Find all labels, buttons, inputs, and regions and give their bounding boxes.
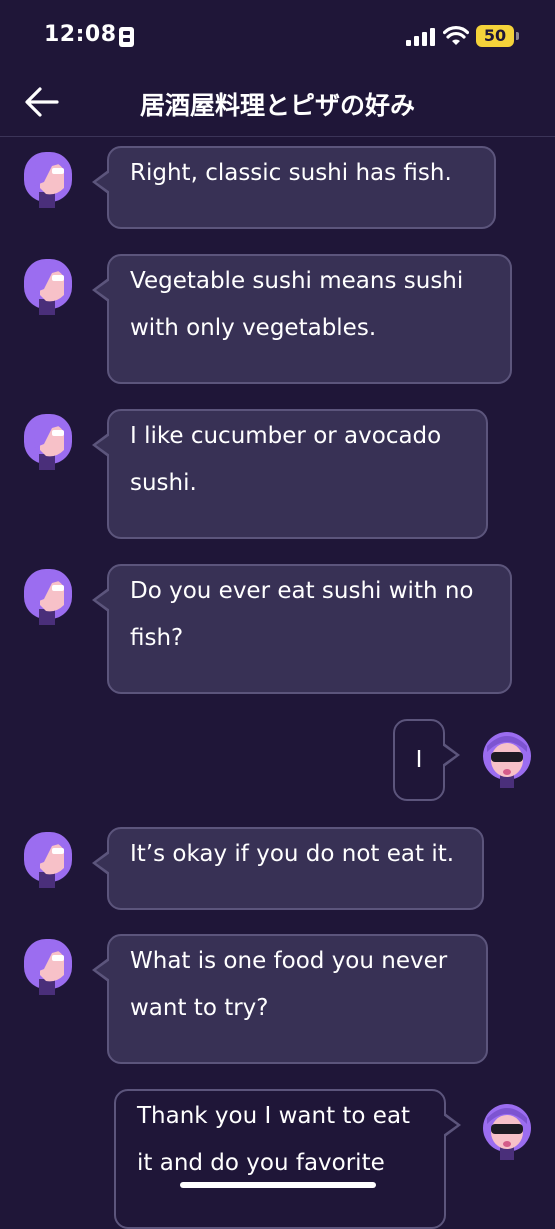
message-text: It’s okay if you do not eat it. <box>130 841 455 867</box>
message-text: Vegetable sushi means sushi with only ve… <box>130 268 464 341</box>
chat-bubble: What is one food you never want to try? <box>92 934 488 1064</box>
message-text: I <box>415 747 423 773</box>
bot-avatar <box>24 414 72 470</box>
bot-avatar <box>24 259 72 315</box>
status-bar: 12:08 50 <box>0 0 555 72</box>
chat-bubble: It’s okay if you do not eat it. <box>92 827 484 910</box>
bot-avatar <box>24 832 72 888</box>
chat-bubble: Right, classic sushi has fish. <box>92 146 496 229</box>
user-avatar <box>483 732 531 788</box>
user-chat-bubble: Thank you I want to eat it and do you fa… <box>114 1089 461 1229</box>
bot-avatar <box>24 152 72 208</box>
cellular-signal-icon <box>406 28 436 46</box>
chat-bubble: Vegetable sushi means sushi with only ve… <box>92 254 512 384</box>
message-text: Do you ever eat sushi with no fish? <box>130 578 474 651</box>
message-text: What is one food you never want to try? <box>130 948 448 1021</box>
chat-header: 居酒屋料理とピザの好み <box>0 72 555 137</box>
message-text: Right, classic sushi has fish. <box>130 160 452 186</box>
page-title: 居酒屋料理とピザの好み <box>139 91 415 120</box>
bot-avatar <box>24 939 72 995</box>
user-chat-bubble: I <box>393 719 460 801</box>
battery-icon: 50 <box>476 25 514 47</box>
bot-avatar <box>24 569 72 625</box>
status-time: 12:08 <box>44 22 117 47</box>
battery-cap <box>516 32 519 40</box>
message-text: I like cucumber or avocado sushi. <box>130 423 442 496</box>
wifi-icon <box>443 26 469 45</box>
user-avatar <box>483 1104 531 1160</box>
message-text: Thank you I want to eat it and do you fa… <box>137 1103 411 1176</box>
chat-bubble: I like cucumber or avocado sushi. <box>92 409 488 539</box>
sim-card-icon <box>119 27 134 47</box>
chat-bubble: Do you ever eat sushi with no fish? <box>92 564 512 694</box>
home-indicator[interactable] <box>180 1182 376 1188</box>
